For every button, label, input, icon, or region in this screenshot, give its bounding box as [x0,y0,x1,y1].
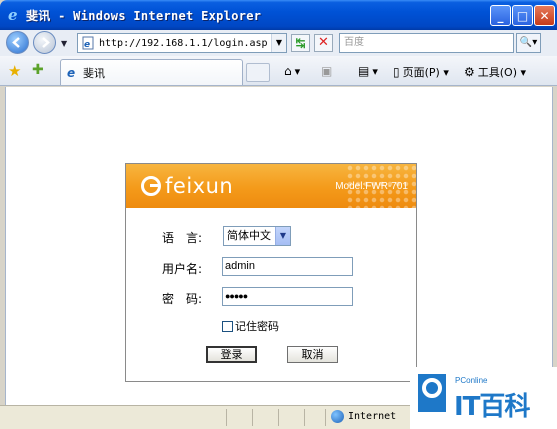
password-row: 密 码: ●●●●● [126,287,416,309]
address-url[interactable]: http://192.168.1.1/login.asp [99,38,268,49]
feeds-button[interactable]: ▣ [321,64,335,78]
tab-label: 斐讯 [83,66,105,80]
back-arrow-icon [12,37,20,48]
remember-checkbox[interactable] [222,320,233,332]
add-favorites-icon[interactable]: ✚ [32,62,44,78]
status-divider [226,409,227,426]
username-input[interactable]: admin [222,257,353,276]
chevron-down-icon[interactable]: ▼ [275,227,290,245]
password-input[interactable]: ●●●●● [222,287,353,306]
model-label: Model:FWR-701 [335,181,408,192]
search-button[interactable]: 🔍▾ [516,33,541,53]
username-row: 用户名: admin [126,257,416,279]
forward-button[interactable] [33,31,56,54]
page-menu-button[interactable]: ▯ 页面(P) ▾ [393,64,449,80]
watermark-small-text: PConline [455,376,488,385]
feixun-logo: feixun [140,174,233,198]
search-input[interactable]: 百度 [339,33,514,53]
address-toolbar: ▼ e http://192.168.1.1/login.asp ▼ ↹ ✕ 百… [0,30,557,56]
gear-icon: ⚙ [464,65,475,79]
security-zone[interactable]: Internet [331,410,396,423]
favorites-star-icon[interactable]: ★ [8,62,21,80]
zone-label: Internet [348,411,397,422]
forward-arrow-icon [42,37,50,48]
minimize-icon: _ [497,8,504,23]
pconline-watermark: PConline IT百科 [410,367,557,429]
remember-label: 记住密码 [235,320,279,333]
feixun-logo-icon [141,176,161,196]
tools-menu-button[interactable]: ⚙ 工具(O) ▾ [464,64,526,80]
language-row: 语 言: 简体中文 ▼ [126,226,416,248]
home-icon: ⌂ [284,64,292,78]
address-bar[interactable]: e http://192.168.1.1/login.asp ▼ [77,33,287,53]
window-title: 斐讯 - Windows Internet Explorer [26,9,262,23]
status-divider [304,409,305,426]
stop-button[interactable]: ✕ [314,34,333,52]
history-dropdown-icon[interactable]: ▼ [61,39,67,48]
svg-text:e: e [84,40,90,50]
new-tab-button[interactable] [246,63,270,82]
stop-icon: ✕ [318,35,329,50]
rss-icon: ▣ [321,64,333,78]
close-button[interactable]: ✕ [534,5,555,26]
globe-icon [331,410,344,423]
page-icon: ▯ [393,65,400,79]
title-bar: e 斐讯 - Windows Internet Explorer _ □ ✕ [0,0,557,30]
refresh-button[interactable]: ↹ [291,34,310,52]
print-icon: ▤ [358,64,370,78]
tab-bar: ★ ✚ e 斐讯 ⌂ ▾ ▣ ▤ ▾ ▯ 页面(P) ▾ ⚙ 工具(O) ▾ [0,56,557,86]
close-icon: ✕ [539,8,550,23]
language-value: 简体中文 [227,229,271,242]
login-panel: feixun Model:FWR-701 语 言: 简体中文 ▼ 用户名: ad… [125,163,417,382]
refresh-icon: ↹ [295,36,306,50]
print-button[interactable]: ▤ ▾ [358,64,378,78]
page-content: feixun Model:FWR-701 语 言: 简体中文 ▼ 用户名: ad… [5,87,553,405]
back-button[interactable] [6,31,29,54]
login-header: feixun Model:FWR-701 [126,164,416,208]
status-divider [252,409,253,426]
username-label: 用户名: [162,262,203,276]
address-dropdown-icon[interactable]: ▼ [271,34,286,52]
cancel-button[interactable]: 取消 [287,346,338,363]
search-icon: 🔍▾ [519,37,538,48]
tools-menu-label: 工具(O) [477,66,518,79]
maximize-icon: □ [516,8,529,23]
home-button[interactable]: ⌂ ▾ [284,64,300,78]
language-label: 语 言: [162,231,203,245]
status-divider [278,409,279,426]
svg-text:e: e [67,66,75,79]
password-label: 密 码: [162,292,203,306]
status-divider [325,409,326,426]
ie-logo-icon: e [8,6,18,23]
page-menu-label: 页面(P) [402,66,440,79]
maximize-button[interactable]: □ [512,5,533,26]
brand-name: feixun [165,174,234,198]
page-icon: e [82,36,94,50]
login-button[interactable]: 登录 [206,346,257,363]
watermark-ring-icon [422,378,442,398]
remember-password[interactable]: 记住密码 [222,318,279,334]
tab-feixun[interactable]: e 斐讯 [60,59,243,85]
svg-text:e: e [8,6,18,23]
minimize-button[interactable]: _ [490,5,511,26]
language-select[interactable]: 简体中文 ▼ [223,226,291,246]
watermark-big-text: IT百科 [454,392,530,422]
tab-page-icon: e [67,66,75,79]
